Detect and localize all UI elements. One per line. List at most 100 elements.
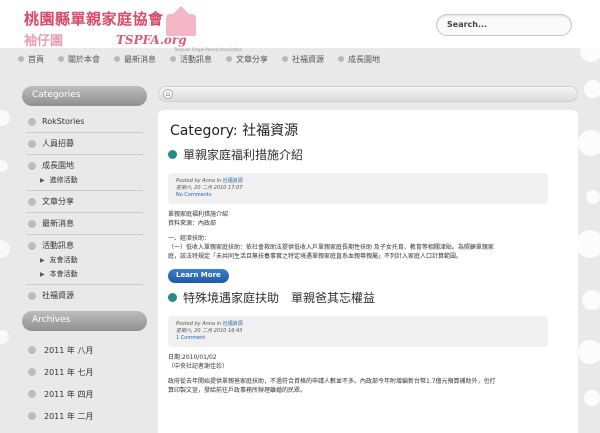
divider <box>26 132 143 133</box>
site-header: 桃園縣單親家庭協會 袖仔園 TSPFA.org Taoyuan Single P… <box>0 0 600 52</box>
body-line: 政府從去年開始提供單親爸家庭扶助，不過符合資格的申請人數並不多。內政部今年附增編… <box>168 378 496 385</box>
divider <box>26 212 143 213</box>
post-date: 星期六, 20 二月 2010 16:43 <box>176 328 243 334</box>
site-logo[interactable]: 桃園縣單親家庭協會 袖仔園 TSPFA.org Taoyuan Single P… <box>24 6 242 52</box>
category-item[interactable]: RokStories <box>22 114 147 129</box>
nav-label: 社福資源 <box>292 54 324 64</box>
bullet-icon <box>168 150 177 159</box>
nav-label: 成長園地 <box>348 54 380 64</box>
nav-label: 活動訊息 <box>180 54 212 64</box>
body-line: （一）低收入單親家庭扶助：依社會救助法提供低收入戶單親家庭長期性扶助 及子女托育… <box>168 244 494 251</box>
post-author: Posted by Anna in <box>176 321 222 327</box>
bullet-icon <box>28 241 36 250</box>
bullet-icon <box>28 368 36 376</box>
nav-bullet-icon <box>18 56 24 62</box>
page-title: Category: 社福資源 <box>170 123 299 139</box>
post-author-line: Posted by Anna in 社福資源 <box>176 321 540 328</box>
category-label: 社福資源 <box>42 291 74 300</box>
archive-item[interactable]: 2011 年 七月 <box>22 361 147 383</box>
arrow-right-icon: ▶ <box>40 270 45 278</box>
category-label: RokStories <box>42 117 85 126</box>
archive-label: 2011 年 四月 <box>44 389 94 399</box>
archive-label: 2011 年 八月 <box>44 345 94 355</box>
subcategory-item[interactable]: ▶ 進修活動 <box>22 173 147 187</box>
category-item[interactable]: 活動訊息 <box>22 238 147 253</box>
category-label: 最新消息 <box>42 219 74 228</box>
nav-bullet-icon <box>226 56 232 62</box>
divider <box>26 154 143 155</box>
post-title[interactable]: 特殊境遇家庭扶助 單親爸其忘權益 <box>168 289 568 306</box>
bullet-icon <box>28 412 36 420</box>
divider <box>26 234 143 235</box>
categories-heading: Categories <box>22 86 147 106</box>
breadcrumb: ⌂ <box>158 86 578 102</box>
post-title[interactable]: 單親家庭福利措施介紹 <box>168 146 568 163</box>
nav-item-growth[interactable]: 成長園地 <box>338 52 380 66</box>
post-title-text: 單親家庭福利措施介紹 <box>183 148 304 162</box>
learn-more-button[interactable]: Learn More <box>168 269 229 283</box>
search-input[interactable]: Search... <box>436 14 572 36</box>
archive-item[interactable]: 2011 年 八月 <box>22 339 147 361</box>
bullet-icon <box>28 346 36 354</box>
post: 特殊境遇家庭扶助 單親爸其忘權益 Posted by Anna in 社福資源 … <box>168 289 568 395</box>
decorative-bubbles-right <box>576 40 600 433</box>
body-line: 庭，該法特規定「未共同生活且無扶養事實之特定境遇單親家庭直系血親尊親屬」不列計入… <box>168 253 463 260</box>
bullet-icon <box>28 390 36 398</box>
category-item[interactable]: 文章分享 <box>22 194 147 209</box>
archive-item[interactable]: 2011 年 二月 <box>22 405 147 427</box>
bullet-icon <box>28 197 36 206</box>
bullet-icon <box>28 117 36 126</box>
archive-item[interactable]: 2011 年 四月 <box>22 383 147 405</box>
post-comments-link[interactable]: No Comments <box>176 192 540 199</box>
category-label: 活動訊息 <box>42 241 74 250</box>
nav-item-resources[interactable]: 社福資源 <box>282 52 324 66</box>
nav-item-events[interactable]: 活動訊息 <box>170 52 212 66</box>
post-category-link[interactable]: 社福資源 <box>223 321 243 327</box>
logo-domain: TSPFA.org <box>116 33 187 47</box>
decorative-bubbles-left <box>0 100 20 433</box>
subcategory-item[interactable]: ▶ 友會活動 <box>22 253 147 267</box>
nav-label: 最新消息 <box>124 54 156 64</box>
body-line: 資料來源：內政部 <box>168 220 217 227</box>
content-panel: Category: 社福資源 單親家庭福利措施介紹 Posted by Anna… <box>158 110 578 433</box>
category-item[interactable]: 成長園地 <box>22 158 147 173</box>
category-list: RokStories 人員招募 成長園地 ▶ 進修活動 文章分享 最新消息 活動訊… <box>22 114 147 303</box>
category-item[interactable]: 人員招募 <box>22 136 147 151</box>
body-line: 一、經濟扶助： <box>168 235 211 242</box>
category-item[interactable]: 最新消息 <box>22 216 147 231</box>
post: 單親家庭福利措施介紹 Posted by Anna in 社福資源 星期六, 2… <box>168 146 568 283</box>
subcategory-label: 本會活動 <box>49 270 78 278</box>
archives-heading: Archives <box>22 311 147 331</box>
post-date: 星期六, 20 二月 2010 17:07 <box>176 185 243 191</box>
category-label: 人員招募 <box>42 139 74 148</box>
post-title-text: 特殊境遇家庭扶助 單親爸其忘權益 <box>183 291 376 305</box>
post-body: 日期:2010/01/02 （中央社記者謝佳珍） 政府從去年開始提供單親爸家庭扶… <box>168 353 568 395</box>
post-author: Posted by Anna in <box>176 178 222 184</box>
nav-item-articles[interactable]: 文章分享 <box>226 52 268 66</box>
nav-bullet-icon <box>282 56 288 62</box>
nav-label: 首頁 <box>28 54 44 64</box>
post-author-line: Posted by Anna in 社福資源 <box>176 178 540 185</box>
post-category-link[interactable]: 社福資源 <box>223 178 243 184</box>
nav-label: 關於本會 <box>68 54 100 64</box>
main-nav: 首頁 關於本會 最新消息 活動訊息 文章分享 社福資源 成長園地 <box>18 52 380 66</box>
archive-list: 2011 年 八月 2011 年 七月 2011 年 四月 2011 年 二月 <box>22 339 147 427</box>
main-content: ⌂ Category: 社福資源 單親家庭福利措施介紹 Posted by An… <box>158 86 578 433</box>
nav-item-home[interactable]: 首頁 <box>18 52 44 66</box>
body-line: 算印製文宣，發給前往戶政事務所辦理離婚的民眾。 <box>168 387 307 394</box>
home-icon[interactable]: ⌂ <box>163 89 173 99</box>
category-item[interactable]: 社福資源 <box>22 288 147 303</box>
post-body: 單親家庭福利措施介紹 資料來源：內政部 一、經濟扶助： （一）低收入單親家庭扶助… <box>168 210 568 261</box>
bullet-icon <box>28 219 36 228</box>
body-line: （中央社記者謝佳珍） <box>168 363 229 370</box>
nav-item-about[interactable]: 關於本會 <box>58 52 100 66</box>
subcategory-item[interactable]: ▶ 本會活動 <box>22 267 147 281</box>
divider <box>26 284 143 285</box>
body-line: 單親家庭福利措施介紹 <box>168 211 229 218</box>
post-comments-link[interactable]: 1 Comment <box>176 335 540 342</box>
nav-item-news[interactable]: 最新消息 <box>114 52 156 66</box>
logo-title: 桃園縣單親家庭協會 <box>24 10 164 28</box>
nav-bullet-icon <box>170 56 176 62</box>
body-line: 日期:2010/01/02 <box>168 354 217 361</box>
post-meta: Posted by Anna in 社福資源 星期六, 20 二月 2010 1… <box>168 173 548 204</box>
